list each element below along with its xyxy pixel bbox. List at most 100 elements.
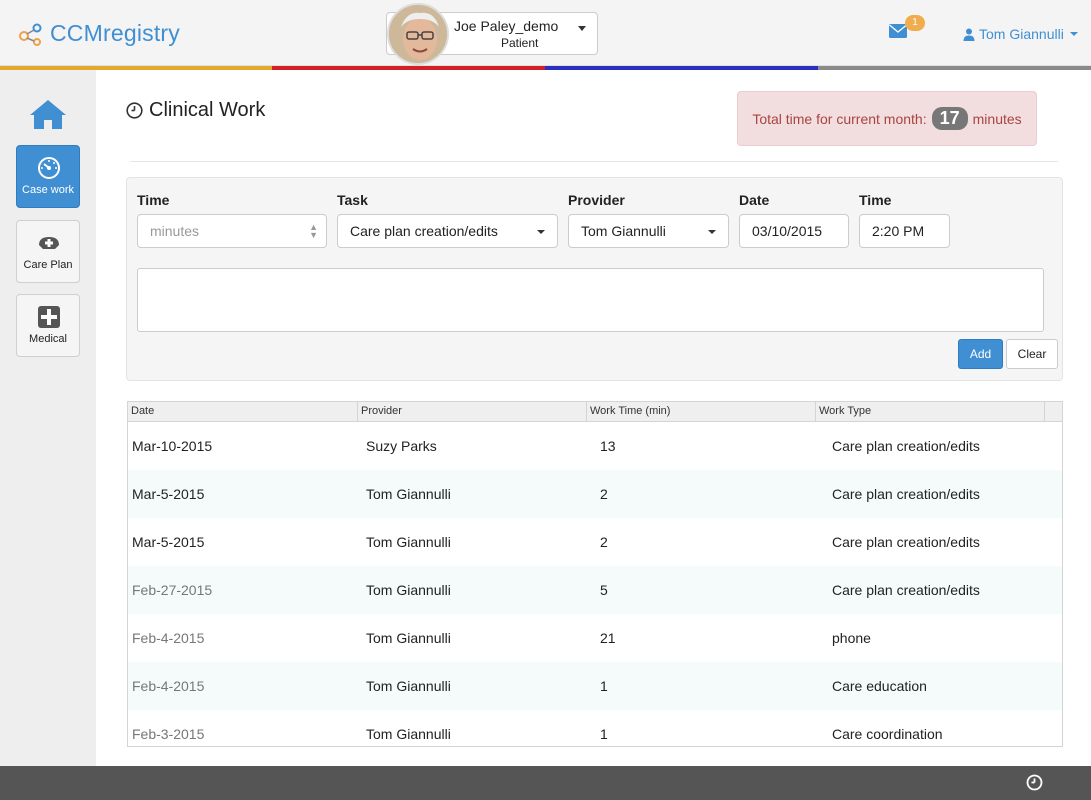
table-row[interactable]: Feb-4-2015 Tom Giannulli 21 phone [128,614,1062,662]
sidebar-item-label: Medical [29,333,67,345]
date-label: Date [739,192,770,208]
work-entry-form: Time minutes ▲ ▼ Task Care plan creation/… [126,177,1063,381]
clock-time-label: Time [859,192,892,208]
patient-role: Patient [501,36,539,50]
task-select[interactable]: Care plan creation/edits [337,214,558,248]
clear-button[interactable]: Clear [1006,339,1058,369]
chevron-down-icon [708,230,716,234]
task-selected-value: Care plan creation/edits [350,223,498,239]
cell-work-time: 21 [600,630,616,646]
header-stripe-gray [818,66,1091,70]
cell-work-time: 5 [600,582,608,598]
cell-work-type: Care plan creation/edits [832,438,980,454]
user-menu[interactable]: Tom Giannulli [963,26,1078,42]
cell-provider: Suzy Parks [366,438,437,454]
minutes-placeholder: minutes [150,223,200,239]
provider-label: Provider [568,192,625,208]
sidebar-item-label: Case work [22,184,74,196]
column-header-provider[interactable]: Provider [358,402,587,422]
table-row[interactable]: Feb-4-2015 Tom Giannulli 1 Care educatio… [128,662,1062,710]
clock-time-value: 2:20 PM [872,223,925,239]
column-header-work-time[interactable]: Work Time (min) [587,402,816,422]
cell-work-type: Care plan creation/edits [832,582,980,598]
page-title-text: Clinical Work [149,99,266,121]
chevron-down-icon [537,230,545,234]
cell-work-time: 1 [600,678,608,694]
provider-select[interactable]: Tom Giannulli [568,214,729,248]
total-suffix: minutes [972,110,1022,127]
cell-provider: Tom Giannulli [366,486,451,502]
page-title: Clinical Work [126,99,265,122]
total-minutes-badge: 17 [931,107,968,130]
date-value: 03/10/2015 [752,223,823,239]
number-spinner-icon[interactable]: ▲ ▼ [309,223,318,240]
table-row[interactable]: Mar-5-2015 Tom Giannulli 2 Care plan cre… [128,470,1062,518]
sidebar-item-label: Care Plan [23,259,73,271]
cell-work-time: 13 [600,438,616,454]
column-header-work-type[interactable]: Work Type [816,402,1045,422]
table-row[interactable]: Mar-5-2015 Tom Giannulli 2 Care plan cre… [128,518,1062,566]
clock-icon [126,102,143,119]
cell-provider: Tom Giannulli [366,582,451,598]
app-logo[interactable]: CCMregistry [18,20,180,47]
cell-work-time: 2 [600,534,608,550]
cell-date: Feb-3-2015 [132,726,205,742]
cell-work-type: phone [832,630,871,646]
time-label: Time [137,192,170,208]
minutes-input[interactable]: minutes ▲ ▼ [137,214,327,248]
patient-selector[interactable]: Joe Paley_demo Patient [386,3,598,65]
monthly-total-alert: Total time for current month: 17 minutes [737,91,1037,146]
cell-date: Mar-5-2015 [132,486,205,502]
cell-work-time: 2 [600,486,608,502]
sidebar-item-care-plan[interactable]: Care Plan [16,220,80,283]
date-input[interactable]: 03/10/2015 [739,214,849,248]
cell-work-type: Care plan creation/edits [832,534,980,550]
cell-work-type: Care plan creation/edits [832,486,980,502]
task-label: Task [337,192,368,208]
patient-name: Joe Paley_demo [454,18,559,34]
header-stripe-blue [545,66,818,70]
cell-date: Mar-10-2015 [132,438,213,454]
top-header: CCMregistry Joe Paley_demo Patient 1 Tom… [0,0,1091,66]
cell-date: Feb-27-2015 [132,582,213,598]
sidebar: Case work Care Plan Medical [0,70,96,766]
cell-work-type: Care coordination [832,726,943,742]
grid-header: Date Provider Work Time (min) Work Type [128,402,1062,422]
user-icon [963,28,975,41]
notes-textarea[interactable] [137,268,1044,332]
envelope-icon[interactable] [889,24,907,38]
logo-text: CCMregistry [50,20,180,46]
cell-work-type: Care education [832,678,927,694]
cell-date: Feb-4-2015 [132,678,205,694]
patient-avatar [387,3,449,65]
cell-provider: Tom Giannulli [366,534,451,550]
clock-time-input[interactable]: 2:20 PM [859,214,950,248]
table-row[interactable]: Feb-27-2015 Tom Giannulli 5 Care plan cr… [128,566,1062,614]
work-log-grid: Date Provider Work Time (min) Work Type … [127,401,1063,747]
column-header-date[interactable]: Date [128,402,358,422]
table-row[interactable]: Feb-3-2015 Tom Giannulli 1 Care coordina… [128,710,1062,746]
cell-provider: Tom Giannulli [366,678,451,694]
column-menu-button[interactable] [1045,402,1062,422]
header-stripe-red [272,66,545,70]
molecule-logo-icon [19,23,42,46]
clock-icon[interactable] [1026,774,1043,791]
cell-date: Feb-4-2015 [132,630,205,646]
sidebar-item-medical[interactable]: Medical [16,294,80,357]
total-prefix: Total time for current month: [752,110,927,127]
provider-selected-value: Tom Giannulli [581,223,666,239]
add-button[interactable]: Add [958,339,1003,369]
medical-plus-icon [38,306,60,328]
user-name: Tom Giannulli [979,26,1064,42]
divider [130,161,1058,162]
cell-provider: Tom Giannulli [366,630,451,646]
cell-provider: Tom Giannulli [366,726,451,742]
home-icon[interactable] [28,98,68,130]
grid-body: Mar-10-2015 Suzy Parks 13 Care plan crea… [128,422,1062,746]
sidebar-item-case-work[interactable]: Case work [16,145,80,208]
gauge-icon [38,157,60,179]
cell-work-time: 1 [600,726,608,742]
chevron-down-icon [578,26,586,31]
table-row[interactable]: Mar-10-2015 Suzy Parks 13 Care plan crea… [128,422,1062,470]
cell-date: Mar-5-2015 [132,534,205,550]
